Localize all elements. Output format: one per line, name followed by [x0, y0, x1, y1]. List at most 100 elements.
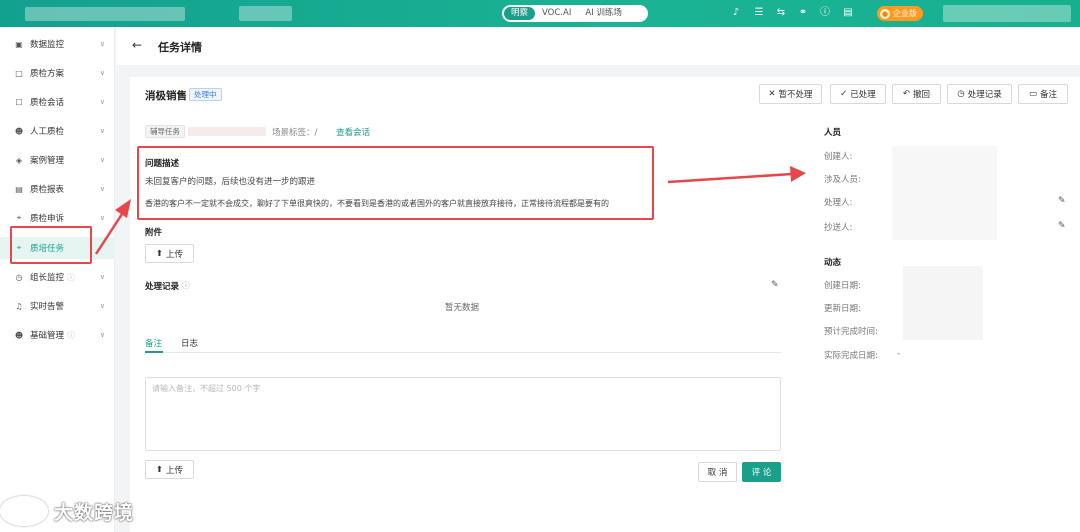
info-icon: ⓘ: [67, 330, 76, 340]
sidebar-item-qc-session[interactable]: ☐ 质检会话 ∨: [0, 91, 115, 113]
activity-heading: 动态: [824, 258, 842, 268]
chevron-down-icon: ∨: [99, 302, 105, 310]
tab-ai-training[interactable]: AI 训练场: [578, 7, 629, 20]
page-header: ← 任务详情: [116, 27, 1080, 65]
sidebar-item-qc-plan[interactable]: □ 质检方案 ∨: [0, 62, 115, 84]
logo-blurred: [25, 7, 185, 21]
annotation-box-problem: [137, 146, 654, 220]
sidebar-item-qc-report[interactable]: ▤ 质检报表 ∨: [0, 178, 115, 200]
upload-icon: ⬆: [155, 248, 164, 259]
view-session-link[interactable]: 查看会话: [336, 126, 370, 138]
attachments-heading: 附件: [145, 228, 163, 238]
document-icon: □: [15, 68, 23, 78]
user-settings-icon: ☻: [14, 330, 24, 340]
user-account-blurred[interactable]: [943, 5, 1071, 22]
history-button[interactable]: ◷ 处理记录: [947, 84, 1012, 104]
sidebar-item-realtime-alert[interactable]: ♫ 实时告警 ∨: [0, 295, 115, 317]
edit-cc-icon[interactable]: ✎: [1058, 221, 1066, 231]
watermark: 大数跨境: [0, 496, 134, 526]
user-icon: ☻: [14, 126, 24, 136]
dashboard-icon: ▣: [15, 39, 23, 49]
processed-button[interactable]: ✓ 已处理: [830, 84, 886, 104]
task-type-tag: 辅导任务: [145, 125, 185, 138]
tab-log[interactable]: 日志: [181, 337, 198, 349]
people-heading: 人员: [824, 128, 842, 138]
created-date-label: 创建日期:: [824, 281, 861, 291]
people-values-blurred: [892, 146, 997, 240]
task-name: 消极销售: [145, 90, 187, 102]
tabs-divider: [145, 352, 781, 353]
page-title: 任务详情: [158, 41, 202, 54]
chevron-down-icon: ∨: [99, 331, 105, 339]
actual-done-label: 实际完成日期:: [824, 351, 878, 361]
involved-label: 涉及人员:: [824, 175, 861, 185]
active-tab-underline: [145, 351, 163, 353]
enterprise-icon: ●: [880, 8, 890, 19]
postpone-button[interactable]: ✕ 暂不处理: [759, 84, 822, 104]
app-name-blurred: [239, 6, 292, 21]
top-bar: 明察 VOC.AI AI 训练场 ♪ ☰ ⇆ ⚭ ⓘ ▤ ● 企业版: [0, 0, 1080, 27]
creator-label: 创建人:: [824, 152, 853, 162]
activity-values-blurred: [903, 266, 983, 340]
appeal-icon: ⌖: [16, 213, 22, 222]
tab-voc-ai[interactable]: VOC.AI: [535, 7, 578, 20]
comment-button[interactable]: 评 论: [742, 462, 781, 482]
document-icon[interactable]: ▤: [842, 7, 854, 19]
menu-icon[interactable]: ☰: [753, 7, 765, 19]
enterprise-badge[interactable]: ● 企业版: [877, 6, 923, 21]
annotation-box-sidebar: [10, 226, 92, 264]
redacted-value: [188, 127, 266, 136]
edit-handler-icon[interactable]: ✎: [1058, 196, 1066, 206]
chevron-down-icon: ∨: [99, 214, 105, 222]
sidebar-item-manual-qc[interactable]: ☻ 人工质检 ∨: [0, 120, 115, 142]
layers-icon: ◈: [15, 155, 23, 165]
bell-icon[interactable]: ♪: [730, 7, 742, 19]
back-arrow-icon[interactable]: ←: [132, 38, 142, 52]
scene-label: 场景标签：/: [272, 128, 318, 138]
close-icon: ✕: [768, 89, 776, 99]
info-icon: ⓘ: [182, 281, 190, 290]
chevron-down-icon: ∨: [99, 185, 105, 193]
headset-icon[interactable]: ⚭: [797, 7, 809, 19]
tab-mingcha[interactable]: 明察: [504, 7, 536, 20]
upload-icon: ⬆: [155, 464, 164, 475]
clock-icon: ◷: [957, 89, 965, 99]
info-icon: ⓘ: [67, 272, 76, 282]
sidebar: ▣ 数据监控 ∨ □ 质检方案 ∨ ☐ 质检会话 ∨ ☻ 人工质检 ∨ ◈ 案例…: [0, 27, 115, 532]
status-badge: 处理中: [189, 88, 222, 101]
swap-icon[interactable]: ⇆: [775, 7, 787, 19]
check-icon: ✓: [840, 89, 848, 99]
chevron-down-icon: ∨: [99, 273, 105, 281]
sidebar-item-lead-monitor[interactable]: ◷ 组长监控 ⓘ ∨: [0, 266, 115, 288]
chevron-down-icon: ∨: [99, 156, 105, 164]
chevron-down-icon: ∨: [99, 127, 105, 135]
tab-note[interactable]: 备注: [145, 337, 162, 349]
clock-icon: ◷: [15, 272, 23, 282]
bell-icon: ♫: [15, 301, 23, 311]
watermark-logo: [0, 496, 48, 526]
withdraw-button[interactable]: ↶ 撤回: [892, 84, 941, 104]
note-textarea[interactable]: 请输入备注，不超过 500 个字: [145, 377, 781, 451]
attachment-upload-button[interactable]: ⬆ 上传: [145, 244, 194, 263]
chat-icon: ☐: [15, 97, 23, 107]
cancel-button[interactable]: 取 消: [698, 462, 737, 482]
edit-records-icon[interactable]: ✎: [771, 280, 779, 290]
expected-done-label: 预计完成时间:: [824, 327, 878, 337]
sidebar-item-case-management[interactable]: ◈ 案例管理 ∨: [0, 149, 115, 171]
chevron-down-icon: ∨: [99, 98, 105, 106]
note-icon: ▭: [1028, 89, 1037, 99]
updated-date-label: 更新日期:: [824, 304, 861, 314]
chevron-down-icon: ∨: [99, 69, 105, 77]
handler-label: 处理人:: [824, 198, 853, 208]
product-switcher[interactable]: 明察 VOC.AI AI 训练场: [502, 5, 648, 22]
help-icon[interactable]: ⓘ: [819, 7, 831, 19]
cc-label: 抄送人:: [824, 223, 853, 233]
chevron-down-icon: ∨: [99, 40, 105, 48]
records-heading: 处理记录: [145, 282, 180, 292]
actual-done-value: -: [897, 349, 901, 359]
note-upload-button[interactable]: ⬆ 上传: [145, 460, 194, 479]
report-icon: ▤: [15, 184, 23, 194]
sidebar-item-basic-management[interactable]: ☻ 基础管理 ⓘ ∨: [0, 324, 115, 346]
note-button[interactable]: ▭ 备注: [1018, 84, 1068, 104]
sidebar-item-data-monitor[interactable]: ▣ 数据监控 ∨: [0, 33, 115, 55]
